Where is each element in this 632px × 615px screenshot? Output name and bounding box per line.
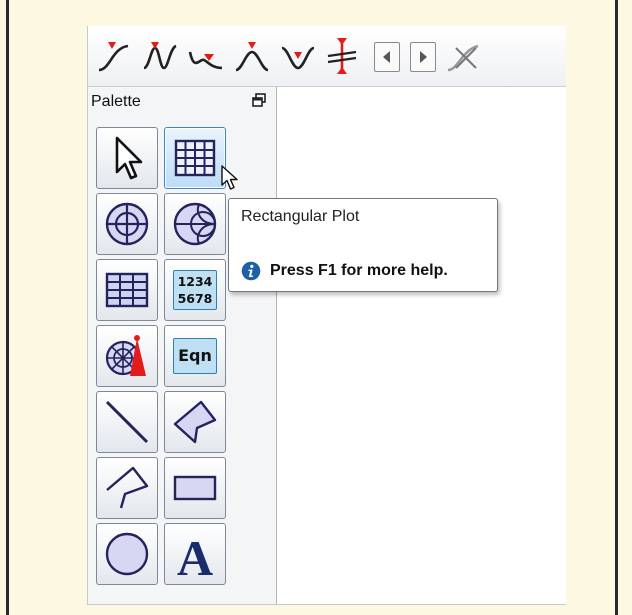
tooltip: Rectangular Plot Press F1 for more help. [228,198,498,292]
tool-polygon[interactable] [164,391,226,453]
tool-antenna-plot[interactable] [96,325,158,387]
info-icon [241,261,261,281]
text-icon-letter: A [177,530,213,578]
tool-select[interactable] [96,127,158,189]
tooltip-title: Rectangular Plot [241,208,360,225]
tool-smith-chart[interactable] [164,193,226,255]
marker-clear-icon[interactable] [444,34,484,78]
tool-rectangular-plot[interactable] [164,127,226,189]
polygon-icon [173,400,217,444]
tool-list-display[interactable] [96,259,158,321]
number-table-line-1: 1234 [177,274,213,289]
equation-icon: Eqn [173,338,217,374]
tool-polyline[interactable] [96,457,158,519]
palette-panel: Palette 1234 5678 Eqn A [88,87,277,604]
grid-plot-icon [174,139,216,177]
tool-polar-plot[interactable] [96,193,158,255]
antenna-plot-icon [105,335,146,376]
ellipse-icon [105,532,149,576]
frame-right-border [615,0,618,615]
marker-toolbar [88,26,566,87]
number-table-line-2: 5678 [177,291,213,306]
tool-tabular-display[interactable]: 1234 5678 [164,259,226,321]
pointer-arrow-icon [115,136,143,180]
table-grid-icon [105,272,149,308]
tool-line[interactable] [96,391,158,453]
rectangle-icon [173,475,217,501]
polar-plot-icon [105,202,149,246]
tool-text[interactable]: A [164,523,226,585]
frame-left-border [6,0,9,615]
arrow-right-icon[interactable] [410,42,436,72]
marker-curve-icon[interactable] [94,34,134,78]
marker-delta-icon[interactable] [186,34,226,78]
polyline-icon [106,466,149,509]
marker-line-icon[interactable] [322,34,362,78]
marker-valley-icon[interactable] [278,34,318,78]
marker-peak-icon[interactable] [232,34,272,78]
marker-wave-icon[interactable] [140,34,180,78]
app-window: Palette 1234 5678 Eqn A [87,26,566,605]
tool-equation[interactable]: Eqn [164,325,226,387]
tool-ellipse[interactable] [96,523,158,585]
window-restore-icon[interactable] [251,92,267,108]
smith-chart-icon [173,202,217,246]
mouse-cursor-hand-icon [221,165,238,190]
tooltip-help-text: Press F1 for more help. [270,262,448,279]
number-table-icon: 1234 5678 [173,270,217,310]
palette-header: Palette [88,87,276,115]
arrow-left-icon[interactable] [374,42,400,72]
tool-rectangle[interactable] [164,457,226,519]
line-icon [105,400,149,444]
palette-title: Palette [91,93,141,110]
text-icon: A [177,530,213,578]
